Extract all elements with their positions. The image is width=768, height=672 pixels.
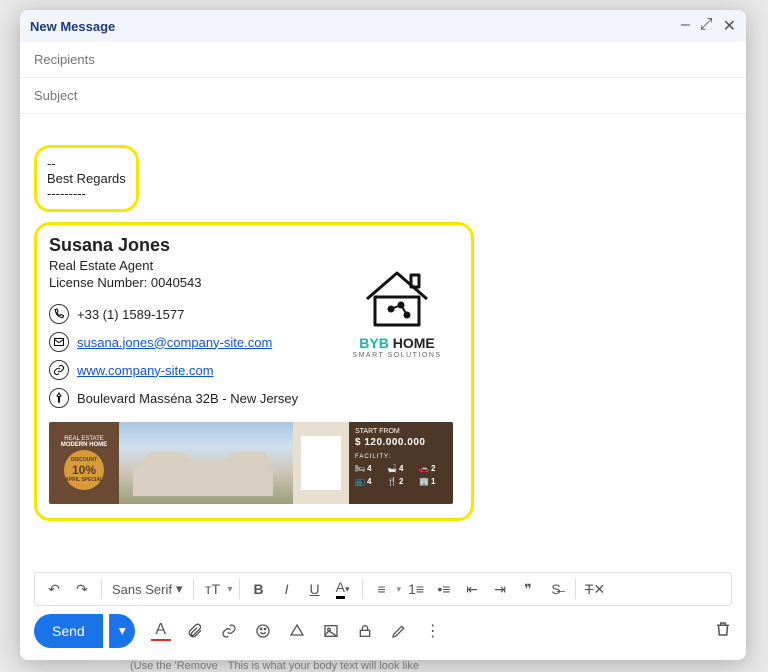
phone-text: +33 (1) 1589-1577 [77, 307, 184, 322]
font-size-button[interactable]: тT [200, 576, 226, 602]
discount-badge: DISCOUNT 10% APRIL SPECIAL [64, 450, 104, 490]
discard-icon[interactable] [714, 620, 732, 643]
chevron-down-icon: ▾ [228, 584, 233, 595]
banner-price: $ 120.000.000 [355, 437, 447, 448]
banner-interior-photo [293, 422, 349, 504]
banner-tag2: MODERN HOME [61, 442, 107, 448]
drive-icon[interactable] [287, 621, 307, 641]
numbered-list-button[interactable]: 1≡ [403, 576, 429, 602]
fac-garage: 🚗 2 [419, 464, 447, 473]
signature-block-highlight: Susana Jones Real Estate Agent License N… [34, 222, 474, 521]
address-text: Boulevard Masséna 32B - New Jersey [77, 391, 298, 406]
compose-body[interactable]: -- Best Regards --------- Susana Jones R… [20, 114, 746, 572]
sig-regards: Best Regards [47, 171, 126, 186]
indent-decrease-button[interactable]: ⇤ [459, 576, 485, 602]
undo-button[interactable]: ↶ [41, 576, 67, 602]
subject-input[interactable] [34, 88, 732, 103]
compose-window: New Message – ⤢ ✕ -- Best Regards ------… [20, 10, 746, 660]
clear-formatting-button[interactable]: T✕ [582, 576, 608, 602]
text-style-icon[interactable]: A [151, 621, 171, 641]
redo-button[interactable]: ↷ [69, 576, 95, 602]
promo-banner: REAL ESTATE MODERN HOME DISCOUNT 10% APR… [49, 422, 453, 504]
banner-start-label: START FROM [355, 428, 447, 435]
emoji-icon[interactable] [253, 621, 273, 641]
mail-icon [49, 332, 69, 352]
email-link[interactable]: susana.jones@company-site.com [77, 335, 272, 350]
house-icon [357, 261, 437, 331]
compose-action-icons: A ⋮ [151, 621, 443, 641]
signature-name: Susana Jones [49, 235, 459, 256]
chevron-down-icon: ▾ [176, 581, 183, 597]
banner-right: START FROM $ 120.000.000 FACILITY: 🛏 4 🛁… [349, 422, 453, 504]
company-logo: BYB HOME SMART SOLUTIONS [337, 261, 457, 359]
website-link[interactable]: www.company-site.com [77, 363, 214, 378]
quote-button[interactable]: ❞ [515, 576, 541, 602]
bold-button[interactable]: B [246, 576, 272, 602]
banner-house-photo [119, 422, 293, 504]
fac-tv: 📺 4 [355, 477, 383, 486]
fac-kitchen: 🍴 2 [387, 477, 415, 486]
link-icon [49, 360, 69, 380]
underline-button[interactable]: U [302, 576, 328, 602]
logo-subtext: SMART SOLUTIONS [352, 352, 441, 359]
pin-icon [49, 388, 69, 408]
send-button[interactable]: Send [34, 614, 103, 648]
insert-image-icon[interactable] [321, 621, 341, 641]
compose-titlebar: New Message – ⤢ ✕ [20, 10, 746, 42]
italic-button[interactable]: I [274, 576, 300, 602]
indent-increase-button[interactable]: ⇥ [487, 576, 513, 602]
hint-text-fragment: (Use the 'RemoveThis is what your body t… [130, 660, 419, 672]
confidential-icon[interactable] [355, 621, 375, 641]
fac-bed: 🛏 4 [355, 464, 383, 473]
strikethrough-button[interactable]: S̶ [543, 576, 569, 602]
formatting-toolbar: ↶ ↷ Sans Serif ▾ тT ▾ B I U A ▾ ≡ ▾ 1≡ •… [34, 572, 732, 606]
align-button[interactable]: ≡ [369, 576, 395, 602]
subject-field[interactable] [20, 78, 746, 114]
close-icon[interactable]: ✕ [723, 16, 736, 36]
popout-icon[interactable]: ⤢ [700, 16, 713, 36]
more-options-icon[interactable]: ⋮ [423, 621, 443, 641]
pen-icon[interactable] [389, 621, 409, 641]
phone-icon [49, 304, 69, 324]
sig-dashes: --------- [47, 186, 126, 201]
sig-dashdash: -- [47, 156, 126, 171]
window-controls: – ⤢ ✕ [681, 16, 736, 36]
signature-intro-highlight: -- Best Regards --------- [34, 145, 139, 212]
minimize-icon[interactable]: – [681, 16, 690, 36]
bulleted-list-button[interactable]: •≡ [431, 576, 457, 602]
send-more-button[interactable]: ▾ [109, 614, 135, 648]
attach-icon[interactable] [185, 621, 205, 641]
fac-bath: 🛁 4 [387, 464, 415, 473]
font-select[interactable]: Sans Serif ▾ [108, 581, 187, 597]
text-color-button[interactable]: A ▾ [330, 576, 356, 602]
bottom-action-row: Send ▾ A ⋮ [20, 614, 746, 660]
compose-title: New Message [30, 19, 115, 34]
recipients-field[interactable] [20, 42, 746, 78]
banner-left: REAL ESTATE MODERN HOME DISCOUNT 10% APR… [49, 422, 119, 504]
insert-link-icon[interactable] [219, 621, 239, 641]
banner-facility-label: FACILITY: [355, 454, 447, 460]
fac-floor: 🏢 1 [419, 477, 447, 486]
logo-text: BYB HOME [359, 335, 434, 351]
address-row: Boulevard Masséna 32B - New Jersey [49, 388, 459, 408]
facility-grid: 🛏 4 🛁 4 🚗 2 📺 4 🍴 2 🏢 1 [355, 464, 447, 486]
website-row: www.company-site.com [49, 360, 459, 380]
recipients-input[interactable] [34, 52, 732, 67]
